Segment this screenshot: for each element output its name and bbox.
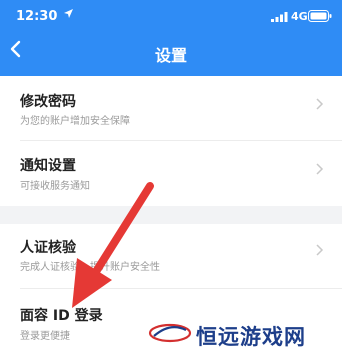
- identity-verification-row[interactable]: 人证核验 完成人证核验，提升账户安全性: [0, 224, 342, 288]
- row-label: 通知设置: [20, 158, 76, 174]
- watermark-logo-icon: [148, 320, 192, 350]
- battery-icon: [308, 10, 332, 26]
- row-label: 人证核验: [20, 240, 76, 256]
- status-bar: 12:30 4G: [0, 0, 342, 32]
- location-arrow-icon: [63, 8, 74, 23]
- chevron-right-icon: [316, 98, 324, 114]
- settings-group-account: 修改密码 为您的账户增加安全保障 通知设置 可接收服务通知: [0, 76, 342, 206]
- row-description: 登录更便捷: [20, 331, 70, 342]
- signal-icon: [271, 11, 288, 26]
- change-password-row[interactable]: 修改密码 为您的账户增加安全保障: [0, 76, 342, 140]
- network-label: 4G: [291, 10, 308, 23]
- chevron-right-icon: [316, 244, 324, 260]
- page-title: 设置: [154, 46, 187, 65]
- app-header: 12:30 4G 设置: [0, 0, 342, 76]
- row-description: 可接收服务通知: [20, 181, 90, 192]
- row-description: 为您的账户增加安全保障: [20, 116, 130, 127]
- watermark: 恒远游戏网: [148, 316, 342, 352]
- row-label: 修改密码: [20, 94, 76, 110]
- chevron-right-icon: [316, 163, 324, 179]
- status-time: 12:30: [16, 9, 58, 24]
- row-description: 完成人证核验，提升账户安全性: [20, 262, 160, 273]
- watermark-text: 恒远游戏网: [196, 324, 306, 349]
- row-label: 面容 ID 登录: [20, 308, 103, 324]
- notification-settings-row[interactable]: 通知设置 可接收服务通知: [0, 141, 342, 205]
